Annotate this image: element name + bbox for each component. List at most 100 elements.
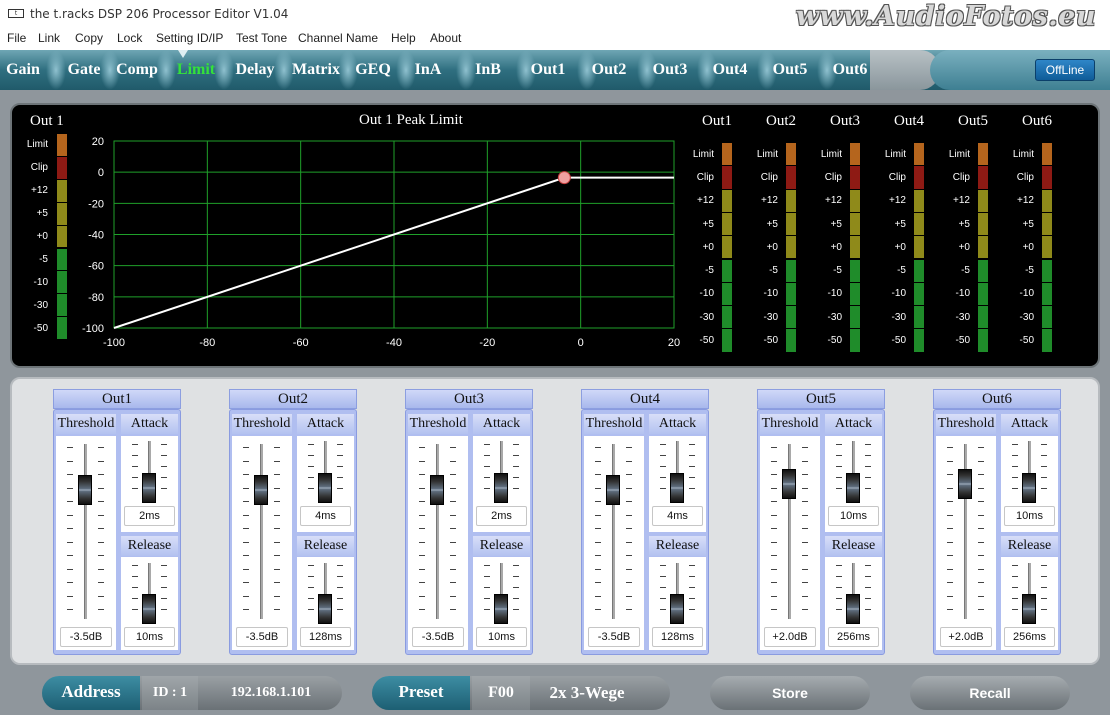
threshold-value[interactable]: -3.5dB xyxy=(60,627,112,647)
tab-out1[interactable]: Out1 xyxy=(528,50,568,90)
threshold-label: Threshold xyxy=(56,414,116,434)
release-value[interactable]: 256ms xyxy=(1004,627,1055,647)
menu-channel-name[interactable]: Channel Name xyxy=(298,31,378,45)
tab-out2[interactable]: Out2 xyxy=(589,50,629,90)
meter-out1-label: Limit xyxy=(692,148,714,160)
meter-out4-label: Limit xyxy=(884,148,906,160)
attack-value[interactable]: 4ms xyxy=(652,506,703,526)
fader-tick xyxy=(513,477,519,478)
fader-tick xyxy=(161,576,167,577)
fader-tick xyxy=(274,595,280,597)
attack-fader-knob[interactable] xyxy=(142,473,156,503)
fader-tick xyxy=(802,541,808,543)
tab-gain[interactable]: Gain xyxy=(0,50,46,90)
release-value[interactable]: 128ms xyxy=(300,627,351,647)
meter-out3-segment xyxy=(850,329,860,353)
meter-out4-segment xyxy=(914,259,924,283)
release-fader-knob[interactable] xyxy=(142,594,156,624)
tab-ina[interactable]: InA xyxy=(408,50,448,90)
menu-setting-id-ip[interactable]: Setting ID/IP xyxy=(156,31,223,45)
menu-file[interactable]: File xyxy=(7,31,26,45)
fader-tick xyxy=(595,555,601,556)
menu-link[interactable]: Link xyxy=(38,31,60,45)
left-meter-label: +5 xyxy=(36,208,48,220)
threshold-handle[interactable] xyxy=(557,171,571,185)
menu-help[interactable]: Help xyxy=(391,31,416,45)
threshold-fader-knob[interactable] xyxy=(958,469,972,499)
address-id: ID : 1 xyxy=(142,676,198,710)
release-fader-knob[interactable] xyxy=(670,594,684,624)
tab-inb[interactable]: InB xyxy=(468,50,508,90)
fader-tick xyxy=(947,528,953,529)
fader-tick xyxy=(978,609,984,610)
recall-button[interactable]: Recall xyxy=(910,676,1070,710)
fader-tick xyxy=(337,576,343,577)
meter-out1-label: Clip xyxy=(696,171,714,183)
release-value[interactable]: 10ms xyxy=(476,627,527,647)
release-fader-knob[interactable] xyxy=(846,594,860,624)
release-fader-knob[interactable] xyxy=(1022,594,1036,624)
release-value[interactable]: 10ms xyxy=(124,627,175,647)
attack-fader-knob[interactable] xyxy=(1022,473,1036,503)
release-fader-knob[interactable] xyxy=(318,594,332,624)
tab-out4[interactable]: Out4 xyxy=(709,50,751,90)
attack-value[interactable]: 10ms xyxy=(1004,506,1055,526)
meter-out6-label: -10 xyxy=(1019,288,1034,300)
attack-value[interactable]: 2ms xyxy=(124,506,175,526)
meter-out5-segment xyxy=(978,166,988,190)
store-button[interactable]: Store xyxy=(710,676,870,710)
attack-value[interactable]: 10ms xyxy=(828,506,879,526)
release-value[interactable]: 128ms xyxy=(652,627,703,647)
release-fader-knob[interactable] xyxy=(494,594,508,624)
fader-tick xyxy=(274,460,280,462)
attack-fader-knob[interactable] xyxy=(846,473,860,503)
left-meter-label: Clip xyxy=(30,162,48,174)
menu-test-tone[interactable]: Test Tone xyxy=(236,31,287,45)
attack-label: Attack xyxy=(1001,414,1058,434)
attack-value[interactable]: 2ms xyxy=(476,506,527,526)
meter-out6-label: Clip xyxy=(1016,171,1034,183)
tab-geq[interactable]: GEQ xyxy=(350,50,396,90)
meter-out6-label: -30 xyxy=(1019,311,1034,323)
graph-panel: Out 1 Limit Clip +12 +5 +0 -5 -10 -30 -50 Out 1 … xyxy=(10,103,1100,368)
tab-out3[interactable]: Out3 xyxy=(649,50,691,90)
threshold-value[interactable]: -3.5dB xyxy=(412,627,464,647)
threshold-value[interactable]: -3.5dB xyxy=(588,627,640,647)
fader-tick xyxy=(626,501,632,502)
fader-tick xyxy=(419,582,425,583)
threshold-value[interactable]: +2.0dB xyxy=(764,627,816,647)
release-value[interactable]: 256ms xyxy=(828,627,879,647)
offline-button[interactable]: OffLine xyxy=(1035,59,1095,81)
attack-fader-knob[interactable] xyxy=(494,473,508,503)
threshold-fader-knob[interactable] xyxy=(254,475,268,505)
meter-out5-label: +12 xyxy=(953,195,970,207)
fader-tick xyxy=(626,528,632,529)
menu-about[interactable]: About xyxy=(430,31,461,45)
preset-label-bg: Preset xyxy=(372,676,470,710)
fader-tick xyxy=(689,477,695,478)
preset-pill[interactable]: Preset F00 2x 3-Wege xyxy=(372,676,670,710)
tab-comp[interactable]: Comp xyxy=(112,50,162,90)
tab-matrix[interactable]: Matrix xyxy=(286,50,346,90)
threshold-fader-knob[interactable] xyxy=(78,475,92,505)
fader-tick xyxy=(1041,466,1047,467)
threshold-fader-knob[interactable] xyxy=(782,469,796,499)
meter-out2-label: Clip xyxy=(760,171,778,183)
threshold-value[interactable]: -3.5dB xyxy=(236,627,288,647)
tab-out6[interactable]: Out6 xyxy=(829,50,871,90)
threshold-value[interactable]: +2.0dB xyxy=(940,627,992,647)
fader-tick xyxy=(1041,565,1047,566)
threshold-fader-knob[interactable] xyxy=(430,475,444,505)
meter-out5-label: -5 xyxy=(961,265,970,277)
fader-tick xyxy=(595,487,601,489)
menu-lock[interactable]: Lock xyxy=(117,31,142,45)
tab-out5[interactable]: Out5 xyxy=(769,50,811,90)
attack-fader-knob[interactable] xyxy=(670,473,684,503)
fader-tick xyxy=(626,568,632,570)
attack-value[interactable]: 4ms xyxy=(300,506,351,526)
attack-fader-knob[interactable] xyxy=(318,473,332,503)
fader-tick xyxy=(865,455,871,456)
threshold-fader-knob[interactable] xyxy=(606,475,620,505)
menu-copy[interactable]: Copy xyxy=(75,31,103,45)
fader-tick xyxy=(1041,477,1047,478)
